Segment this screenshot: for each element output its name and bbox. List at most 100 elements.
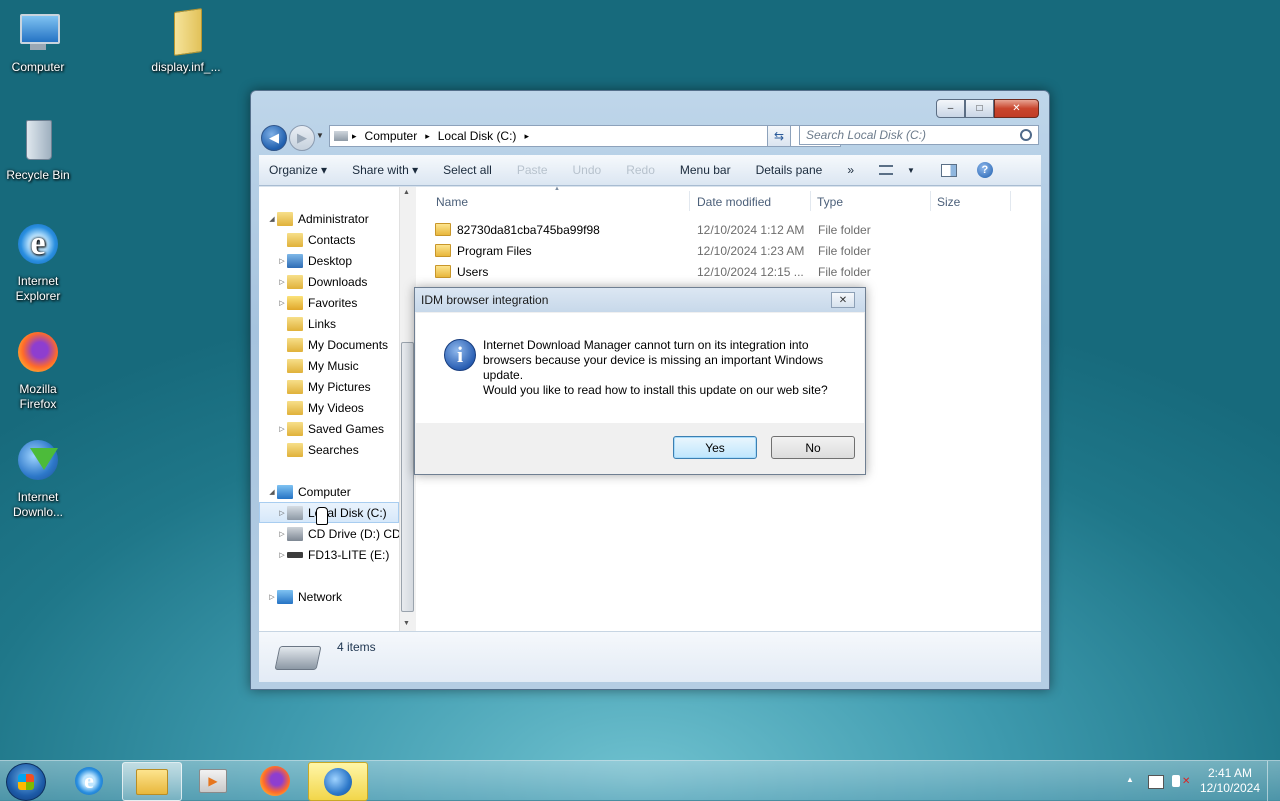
nav-item-searches[interactable]: Searches xyxy=(259,439,399,460)
show-desktop-button[interactable] xyxy=(1267,761,1280,801)
column-separator[interactable] xyxy=(1010,191,1011,211)
action-center-icon[interactable] xyxy=(1148,775,1164,789)
nav-item-computer[interactable]: ◢ Computer xyxy=(259,481,399,502)
breadcrumb-computer[interactable]: Computer xyxy=(361,129,422,143)
expander-icon[interactable]: ▷ xyxy=(277,299,287,307)
nav-item-my-pictures[interactable]: My Pictures xyxy=(259,376,399,397)
organize-button[interactable]: Organize ▾ xyxy=(259,163,342,177)
expander-icon[interactable]: ◢ xyxy=(267,488,277,496)
redo-button[interactable]: Redo xyxy=(616,163,670,177)
start-button[interactable] xyxy=(6,763,46,801)
column-header-type[interactable]: Type xyxy=(817,195,843,209)
dialog-titlebar[interactable]: IDM browser integration xyxy=(415,288,865,312)
favorites-folder-icon xyxy=(287,295,303,310)
file-name: Users xyxy=(457,264,489,279)
scrollbar-thumb[interactable] xyxy=(401,342,414,612)
nav-item-saved-games[interactable]: ▷ Saved Games xyxy=(259,418,399,439)
expander-icon[interactable]: ▷ xyxy=(277,551,287,559)
taskbar-idm[interactable] xyxy=(308,762,368,801)
folder-icon xyxy=(435,265,451,278)
expander-icon[interactable]: ▷ xyxy=(277,425,287,433)
file-row[interactable]: Users 12/10/2024 12:15 ... File folder xyxy=(435,261,871,282)
desktop-icon-recycle-bin[interactable]: Recycle Bin xyxy=(0,116,76,183)
desktop-icon-idm[interactable]: Internet Downlo... xyxy=(0,438,76,520)
taskbar-media-player[interactable]: ▶ xyxy=(184,762,242,799)
close-button[interactable]: ✕ xyxy=(994,99,1039,118)
internet-explorer-icon: e xyxy=(75,766,103,795)
breadcrumb-separator[interactable]: ▸ xyxy=(421,131,434,142)
breadcrumb-local-disk[interactable]: Local Disk (C:) xyxy=(434,129,521,143)
help-icon[interactable]: ? xyxy=(976,162,993,178)
preview-pane-icon[interactable] xyxy=(940,163,957,177)
yes-button[interactable]: Yes xyxy=(673,436,757,459)
share-with-button[interactable]: Share with ▾ xyxy=(342,163,433,177)
column-separator[interactable] xyxy=(930,191,931,211)
desktop-icon-display-inf[interactable]: display.inf_... xyxy=(148,8,224,75)
menu-bar-button[interactable]: Menu bar xyxy=(670,163,746,177)
nav-item-favorites[interactable]: ▷ Favorites xyxy=(259,292,399,313)
nav-item-network[interactable]: ▷ Network xyxy=(259,586,399,607)
nav-item-local-disk[interactable]: ▷ Local Disk (C:) xyxy=(259,502,399,523)
back-button[interactable]: ◀ xyxy=(261,125,287,151)
refresh-button[interactable]: ⇆ xyxy=(767,125,791,147)
select-all-button[interactable]: Select all xyxy=(433,163,507,177)
nav-item-administrator[interactable]: ◢ Administrator xyxy=(259,208,399,229)
nav-item-fd13-lite[interactable]: ▷ FD13-LITE (E:) xyxy=(259,544,399,565)
paste-button[interactable]: Paste xyxy=(507,163,563,177)
contacts-folder-icon xyxy=(287,232,303,247)
undo-button[interactable]: Undo xyxy=(563,163,617,177)
column-header-date[interactable]: Date modified xyxy=(697,195,771,209)
address-bar[interactable]: ▸ Computer ▸ Local Disk (C:) ▸ ▼ xyxy=(329,125,841,147)
nav-item-contacts[interactable]: Contacts xyxy=(259,229,399,250)
expander-icon[interactable]: ◢ xyxy=(267,215,277,223)
search-input[interactable]: Search Local Disk (C:) xyxy=(799,125,1039,145)
more-commands-button[interactable]: » xyxy=(837,163,869,177)
view-dropdown[interactable]: ▼ xyxy=(907,166,915,175)
column-separator[interactable] xyxy=(810,191,811,211)
expander-icon[interactable]: ▷ xyxy=(277,257,287,265)
file-row[interactable]: Program Files 12/10/2024 1:23 AM File fo… xyxy=(435,240,871,261)
recent-pages-dropdown[interactable]: ▼ xyxy=(316,131,324,140)
show-hidden-icons-button[interactable]: ▲ xyxy=(1126,775,1134,784)
desktop-icon-internet-explorer[interactable]: e Internet Explorer xyxy=(0,222,76,304)
file-row[interactable]: 82730da81cba745ba99f98 12/10/2024 1:12 A… xyxy=(435,219,871,240)
desktop-icon-computer[interactable]: Computer xyxy=(0,8,76,75)
nav-item-downloads[interactable]: ▷ Downloads xyxy=(259,271,399,292)
nav-item-desktop[interactable]: ▷ Desktop xyxy=(259,250,399,271)
scroll-down-arrow[interactable]: ▼ xyxy=(403,620,410,627)
expander-icon[interactable]: ▷ xyxy=(277,278,287,286)
nav-item-cd-drive[interactable]: ▷ CD Drive (D:) CDI xyxy=(259,523,399,544)
column-header-size[interactable]: Size xyxy=(937,195,960,209)
taskbar-firefox[interactable] xyxy=(246,762,304,799)
taskbar-internet-explorer[interactable]: e xyxy=(60,762,118,799)
nav-item-my-documents[interactable]: My Documents xyxy=(259,334,399,355)
dialog-close-button[interactable]: ✕ xyxy=(831,292,855,308)
volume-muted-icon[interactable] xyxy=(1172,775,1180,787)
command-bar: Organize ▾ Share with ▾ Select all Paste… xyxy=(259,155,1041,186)
media-player-icon: ▶ xyxy=(199,768,227,793)
column-separator[interactable] xyxy=(689,191,690,211)
folder-icon xyxy=(136,768,168,795)
details-pane-button[interactable]: Details pane xyxy=(746,163,838,177)
forward-button[interactable]: ▶ xyxy=(289,125,315,151)
idm-dialog[interactable]: IDM browser integration ✕ i Internet Dow… xyxy=(414,287,866,475)
view-options-icon[interactable] xyxy=(879,165,893,175)
taskbar-windows-explorer[interactable] xyxy=(122,762,182,801)
scroll-up-arrow[interactable]: ▲ xyxy=(403,189,410,196)
system-clock[interactable]: 2:41 AM 12/10/2024 xyxy=(1200,766,1260,796)
desktop-icon-firefox[interactable]: Mozilla Firefox xyxy=(0,330,76,412)
breadcrumb-separator[interactable]: ▸ xyxy=(348,131,361,142)
nav-item-my-videos[interactable]: My Videos xyxy=(259,397,399,418)
minimize-button[interactable]: – xyxy=(936,99,965,118)
no-button[interactable]: No xyxy=(771,436,855,459)
expander-icon[interactable]: ▷ xyxy=(277,530,287,538)
maximize-button[interactable]: □ xyxy=(965,99,994,118)
saved-games-folder-icon xyxy=(287,421,303,436)
nav-item-my-music[interactable]: My Music xyxy=(259,355,399,376)
column-header-name[interactable]: Name xyxy=(436,195,468,209)
nav-item-links[interactable]: Links xyxy=(259,313,399,334)
expander-icon[interactable]: ▷ xyxy=(267,593,277,601)
breadcrumb-separator[interactable]: ▸ xyxy=(520,131,533,142)
nav-item-label: Network xyxy=(298,589,343,604)
expander-icon[interactable]: ▷ xyxy=(277,509,287,517)
